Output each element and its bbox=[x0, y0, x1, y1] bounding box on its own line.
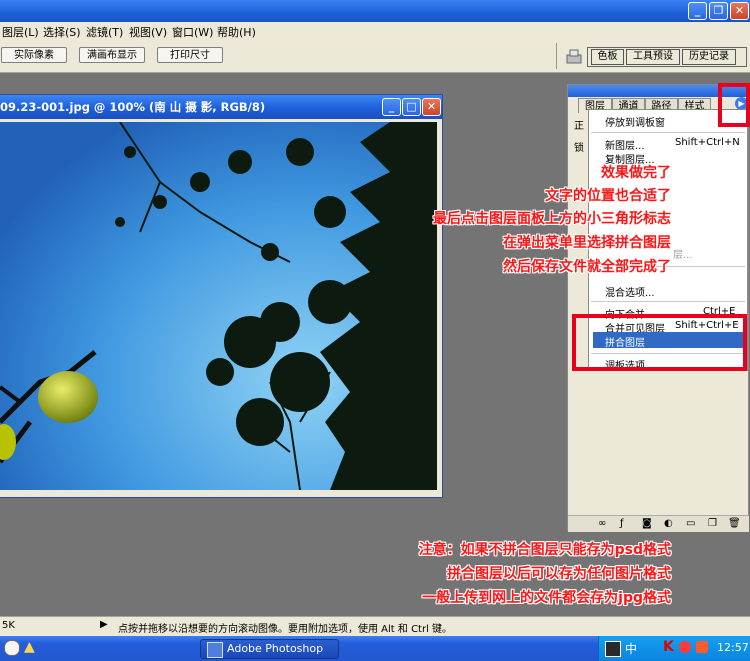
shortcut-new-layer: Shift+Ctrl+N bbox=[675, 137, 740, 148]
palette-well: 色板 工具预设 历史记录 bbox=[587, 47, 747, 67]
document-title: 09.23-001.jpg @ 100% (南 山 摄 影, RGB/8) bbox=[0, 100, 266, 114]
well-tab-history[interactable]: 历史记录 bbox=[682, 49, 736, 65]
note-line: 注意：如果不拼合图层只能存为psd格式 bbox=[418, 542, 671, 558]
trash-icon[interactable]: 🗑 bbox=[728, 518, 741, 529]
menu-bar: 图层(L) 选择(S) 滤镜(T) 视图(V) 窗口(W) 帮助(H) bbox=[0, 22, 750, 42]
well-tab-tool-presets[interactable]: 工具预设 bbox=[626, 49, 680, 65]
annotation-line: 然后保存文件就全部完成了 bbox=[503, 259, 671, 275]
highlight-menu-arrow bbox=[718, 83, 750, 127]
annotation-line: 效果做完了 bbox=[601, 165, 671, 181]
security-icon[interactable] bbox=[679, 641, 691, 653]
system-tray: 中 K 12:57 bbox=[598, 636, 750, 661]
ime-indicator[interactable]: 中 bbox=[625, 640, 637, 657]
menu-separator bbox=[591, 132, 745, 133]
menu-layer[interactable]: 图层(L) bbox=[2, 24, 39, 40]
menu-item-new-layer[interactable]: 新图层... bbox=[605, 137, 645, 152]
mask-icon[interactable]: ◙ bbox=[642, 518, 652, 529]
doc-minimize-button[interactable]: _ bbox=[382, 98, 401, 116]
blend-mode-fragment[interactable]: 正 bbox=[574, 117, 588, 132]
options-bar: 实际像素 满画布显示 打印尺寸 色板 工具预设 历史记录 bbox=[0, 41, 750, 73]
keyboard-icon[interactable] bbox=[605, 641, 621, 657]
photoshop-app-icon bbox=[207, 642, 223, 658]
doc-maximize-button[interactable]: □ bbox=[402, 98, 421, 116]
adjustment-icon[interactable]: ◐ bbox=[664, 518, 673, 529]
document-title-bar[interactable]: 09.23-001.jpg @ 100% (南 山 摄 影, RGB/8) _ … bbox=[0, 95, 442, 119]
status-arrow-icon[interactable]: ▶ bbox=[100, 619, 108, 630]
taskbar-button-label: Adobe Photoshop bbox=[227, 642, 324, 655]
link-layers-icon[interactable]: ∞ bbox=[598, 518, 606, 529]
restore-button[interactable]: ❐ bbox=[709, 2, 728, 20]
note-line: 一般上传到网上的文件都会存为jpg格式 bbox=[422, 590, 671, 606]
annotation-line: 在弹出菜单里选择拼合图层 bbox=[503, 235, 671, 251]
menu-separator bbox=[591, 301, 745, 302]
quicklaunch-icon[interactable] bbox=[4, 640, 20, 656]
menu-item-blending-options[interactable]: 混合选项... bbox=[605, 284, 655, 299]
document-window: 09.23-001.jpg @ 100% (南 山 摄 影, RGB/8) _ … bbox=[0, 94, 443, 498]
menu-help[interactable]: 帮助(H) bbox=[217, 24, 256, 40]
menu-filter[interactable]: 滤镜(T) bbox=[86, 24, 123, 40]
note-line: 拼合图层以后可以存为任何图片格式 bbox=[447, 566, 671, 582]
windows-taskbar: ▲ Adobe Photoshop 中 K 12:57 bbox=[0, 636, 750, 661]
warning-icon[interactable]: ▲ bbox=[24, 639, 35, 655]
antivirus-icon[interactable]: K bbox=[663, 639, 674, 655]
doc-size-readout: 5K bbox=[2, 620, 15, 631]
close-button[interactable]: ✕ bbox=[730, 2, 749, 20]
menu-select[interactable]: 选择(S) bbox=[43, 24, 81, 40]
app-title-bar: _ ❐ ✕ bbox=[0, 0, 750, 22]
annotation-line: 文字的位置也合适了 bbox=[545, 188, 671, 204]
menu-item-layer-fragment[interactable]: 层... bbox=[673, 246, 693, 261]
new-layer-icon[interactable]: ❐ bbox=[708, 518, 717, 529]
lock-label-fragment: 锁 bbox=[574, 143, 584, 154]
new-group-icon[interactable]: ▭ bbox=[686, 518, 695, 529]
menu-window[interactable]: 窗口(W) bbox=[172, 24, 213, 40]
annotation-line: 最后点击图层面板上方的小三角形标志 bbox=[433, 211, 671, 227]
well-tab-swatches[interactable]: 色板 bbox=[591, 49, 624, 65]
menu-item-dock[interactable]: 停放到调板窗 bbox=[605, 114, 665, 129]
taskbar-button-photoshop[interactable]: Adobe Photoshop bbox=[200, 639, 339, 659]
status-message: 点按并拖移以沿想要的方向滚动图像。要用附加选项，使用 Alt 和 Ctrl 键。 bbox=[118, 624, 453, 635]
print-size-button[interactable]: 打印尺寸 bbox=[157, 47, 223, 63]
highlight-flatten-item bbox=[572, 314, 747, 371]
status-bar: 5K ▶ 点按并拖移以沿想要的方向滚动图像。要用附加选项，使用 Alt 和 Ct… bbox=[0, 616, 750, 637]
minimize-button[interactable]: _ bbox=[688, 2, 707, 20]
add-style-icon[interactable]: ƒ bbox=[620, 518, 624, 529]
panel-footer: ∞ ƒ ◙ ◐ ▭ ❐ 🗑 bbox=[568, 515, 749, 532]
actual-pixels-button[interactable]: 实际像素 bbox=[1, 47, 67, 63]
photo-canvas[interactable] bbox=[0, 122, 437, 490]
fit-screen-button[interactable]: 满画布显示 bbox=[79, 47, 145, 63]
doc-close-button[interactable]: ✕ bbox=[422, 98, 441, 116]
clock: 12:57 bbox=[717, 641, 749, 654]
divider bbox=[556, 43, 557, 69]
shield-icon[interactable] bbox=[696, 641, 708, 653]
tree-and-lamp-photo bbox=[0, 122, 437, 490]
file-browser-icon[interactable] bbox=[565, 47, 583, 65]
menu-view[interactable]: 视图(V) bbox=[129, 24, 167, 40]
